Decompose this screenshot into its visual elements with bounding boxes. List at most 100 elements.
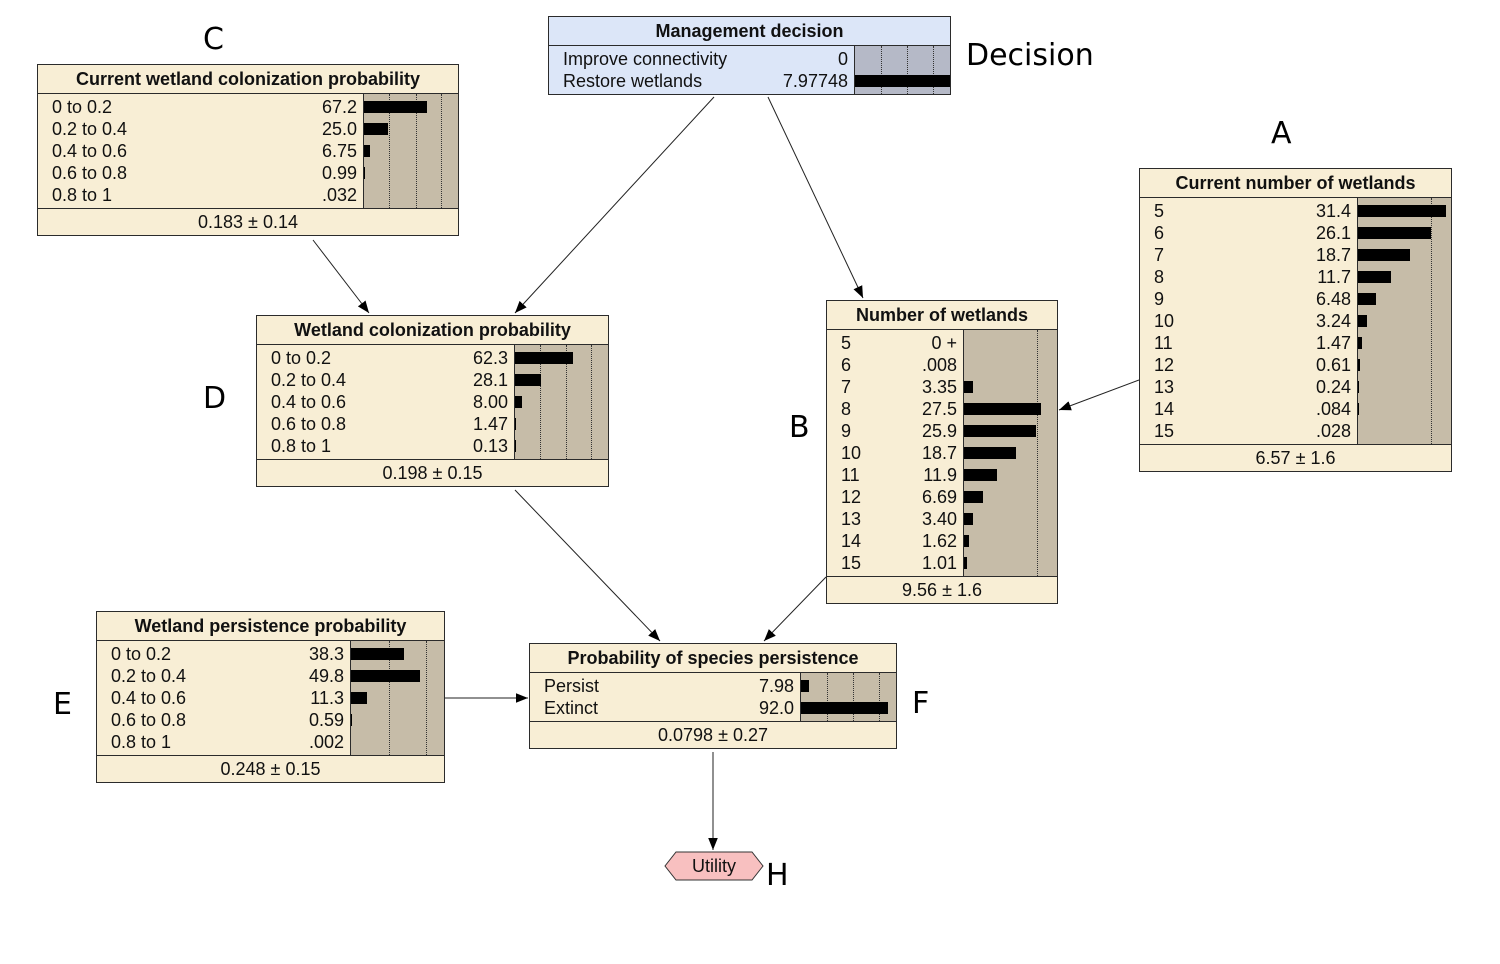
state-label: 0.8 to 1 xyxy=(271,436,332,456)
node-title: Management decision xyxy=(549,17,950,46)
edge-number-wetlands-to-species xyxy=(763,576,827,642)
state-row[interactable]: 0.4 to 0.6 11.3 xyxy=(111,687,344,709)
state-row[interactable]: 7 3.35 xyxy=(841,376,957,398)
state-row[interactable]: 13 0.24 xyxy=(1154,376,1351,398)
state-label: 0.4 to 0.6 xyxy=(271,392,347,412)
state-row[interactable]: 14 1.62 xyxy=(841,530,957,552)
state-row[interactable]: 6 26.1 xyxy=(1154,222,1351,244)
belief-bar xyxy=(1358,271,1391,283)
node-title: Wetland colonization probability xyxy=(257,316,608,345)
belief-bar-area xyxy=(854,46,950,94)
state-row[interactable]: 10 18.7 xyxy=(841,442,957,464)
state-row[interactable]: 0 to 0.2 67.2 xyxy=(52,96,357,118)
state-label: 7 xyxy=(841,377,852,397)
annotation-c: C xyxy=(203,22,224,57)
state-row[interactable]: 0.8 to 1 .002 xyxy=(111,731,344,753)
state-row[interactable]: 10 3.24 xyxy=(1154,310,1351,332)
state-value: 0.59 xyxy=(308,710,344,730)
state-row[interactable]: 9 6.48 xyxy=(1154,288,1351,310)
state-value: 11.7 xyxy=(1317,267,1351,287)
state-row[interactable]: 0 to 0.2 38.3 xyxy=(111,643,344,665)
belief-bar-area xyxy=(350,641,444,755)
belief-bar xyxy=(964,557,967,569)
state-value: 8.00 xyxy=(472,392,508,412)
belief-bar xyxy=(1358,337,1363,349)
state-label: 6 xyxy=(841,355,852,375)
state-label: Persist xyxy=(544,676,600,696)
state-row[interactable]: 11 11.9 xyxy=(841,464,957,486)
state-row[interactable]: 8 27.5 xyxy=(841,398,957,420)
state-label: 11 xyxy=(1154,333,1173,353)
state-row[interactable]: Extinct 92.0 xyxy=(544,697,794,719)
state-label: 5 xyxy=(841,333,852,353)
state-value: 1.01 xyxy=(921,553,957,573)
state-row[interactable]: 0.4 to 0.6 6.75 xyxy=(52,140,357,162)
state-row[interactable]: 0.6 to 0.8 1.47 xyxy=(271,413,508,435)
state-value: 0.24 xyxy=(1315,377,1351,397)
state-row[interactable]: 0.8 to 1 0.13 xyxy=(271,435,508,457)
annotation-b: B xyxy=(789,410,810,445)
state-value: 38.3 xyxy=(308,644,344,664)
state-label: 0.2 to 0.4 xyxy=(271,370,347,390)
state-row[interactable]: 15 1.01 xyxy=(841,552,957,574)
state-label: 15 xyxy=(841,553,862,573)
state-label: 0.6 to 0.8 xyxy=(111,710,187,730)
node-current-colonization-probability[interactable]: Current wetland colonization probability… xyxy=(37,64,459,236)
state-value: 18.7 xyxy=(1315,245,1351,265)
state-label: 11 xyxy=(841,465,860,485)
state-value: 7.97748 xyxy=(782,71,848,91)
node-current-number-of-wetlands[interactable]: Current number of wetlands 5 31.4 6 26.1 7 18… xyxy=(1139,168,1452,472)
state-row[interactable]: 0.6 to 0.8 0.99 xyxy=(52,162,357,184)
state-label: 12 xyxy=(1154,355,1175,375)
state-row[interactable]: 9 25.9 xyxy=(841,420,957,442)
state-row[interactable]: 0.4 to 0.6 8.00 xyxy=(271,391,508,413)
utility-label: Utility xyxy=(692,856,736,876)
state-row[interactable]: 7 18.7 xyxy=(1154,244,1351,266)
state-row[interactable]: 0.6 to 0.8 0.59 xyxy=(111,709,344,731)
state-row[interactable]: 14 .084 xyxy=(1154,398,1351,420)
node-summary: 9.56 ± 1.6 xyxy=(902,580,982,600)
state-label: 10 xyxy=(841,443,862,463)
belief-bar-area xyxy=(514,345,608,459)
state-row[interactable]: 13 3.40 xyxy=(841,508,957,530)
state-value: 1.47 xyxy=(472,414,508,434)
node-summary: 0.0798 ± 0.27 xyxy=(658,725,768,745)
state-row[interactable]: Persist 7.98 xyxy=(544,675,794,697)
state-label: Restore wetlands xyxy=(563,71,703,91)
belief-bar xyxy=(964,403,1041,415)
state-row[interactable]: 0.8 to 1 .032 xyxy=(52,184,357,206)
state-row[interactable]: 5 0 + xyxy=(841,332,957,354)
node-number-of-wetlands[interactable]: Number of wetlands 50 +6.008 7 3.35 8 27.5 9 2… xyxy=(826,300,1058,604)
state-value: 0.99 xyxy=(321,163,357,183)
state-row[interactable]: 15 .028 xyxy=(1154,420,1351,442)
state-value: 92.0 xyxy=(758,698,794,718)
node-species-persistence[interactable]: Probability of species persistence Persi… xyxy=(529,643,897,749)
node-wetland-persistence-probability[interactable]: Wetland persistence probability 0 to 0.2… xyxy=(96,611,445,783)
state-row[interactable]: Improve connectivity 0 xyxy=(563,48,848,70)
state-label: 9 xyxy=(1154,289,1165,309)
belief-bar-area xyxy=(1357,198,1451,444)
node-utility[interactable]: Utility xyxy=(664,851,764,881)
belief-bar xyxy=(364,145,371,157)
state-value: 6.75 xyxy=(321,141,357,161)
state-label: 12 xyxy=(841,487,862,507)
belief-bar xyxy=(364,167,365,179)
belief-bar xyxy=(1358,249,1411,261)
state-row[interactable]: 8 11.7 xyxy=(1154,266,1351,288)
node-management-decision[interactable]: Management decision Improve connectivity… xyxy=(548,16,951,95)
edge-current-number-to-number-wetlands xyxy=(1058,379,1140,411)
state-row[interactable]: 12 6.69 xyxy=(841,486,957,508)
state-row[interactable]: Restore wetlands 7.97748 xyxy=(563,70,848,92)
state-value: 3.35 xyxy=(921,377,957,397)
state-row[interactable]: 0.2 to 0.4 49.8 xyxy=(111,665,344,687)
state-value: 11.3 xyxy=(310,688,344,708)
state-row[interactable]: 5 31.4 xyxy=(1154,200,1351,222)
state-row[interactable]: 0.2 to 0.4 28.1 xyxy=(271,369,508,391)
state-row[interactable]: 11 1.47 xyxy=(1154,332,1351,354)
state-row[interactable]: 0.2 to 0.4 25.0 xyxy=(52,118,357,140)
node-colonization-probability[interactable]: Wetland colonization probability 0 to 0.… xyxy=(256,315,609,487)
state-row[interactable]: 0 to 0.2 62.3 xyxy=(271,347,508,369)
state-row[interactable]: 6 .008 xyxy=(841,354,957,376)
state-value: 25.0 xyxy=(321,119,357,139)
state-row[interactable]: 12 0.61 xyxy=(1154,354,1351,376)
